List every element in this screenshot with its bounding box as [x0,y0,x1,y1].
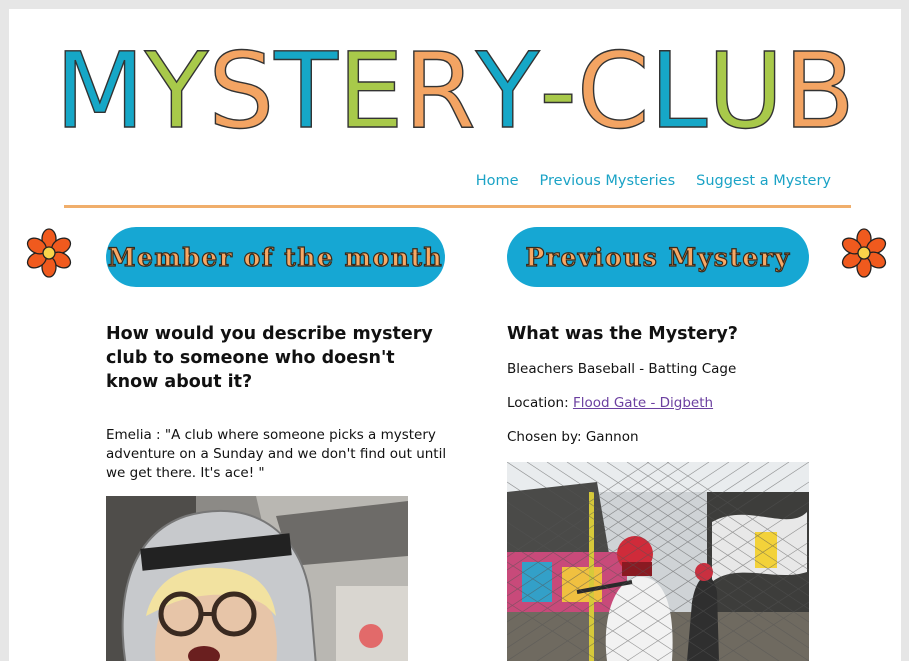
logo-letter: - [539,30,578,152]
logo-letter: L [649,30,708,152]
member-photo [106,496,408,661]
site-logo[interactable]: MYSTERY-CLUB [9,30,901,152]
logo-letter: E [337,30,404,152]
page: MYSTERY-CLUB Home Previous Mysteries Sug… [9,9,901,661]
logo-letter: T [274,30,339,152]
logo-letter: B [783,30,856,152]
mystery-question: What was the Mystery? [507,324,738,344]
nav-home-link[interactable]: Home [476,173,519,189]
previous-mystery-section: What was the Mystery? Bleachers Baseball… [507,322,827,447]
logo-letter: S [208,30,275,152]
mystery-location: Location: Flood Gate - Digbeth [507,394,827,413]
logo-letter: U [707,30,785,152]
logo-letter: Y [475,30,540,152]
previous-mystery-heading: Previous Mystery [507,227,809,287]
member-of-month-heading: Member of the month [106,227,445,287]
logo-letter: Y [144,30,209,152]
location-link[interactable]: Flood Gate - Digbeth [573,395,713,411]
main-nav: Home Previous Mysteries Suggest a Myster… [476,173,831,189]
nav-suggest-mystery-link[interactable]: Suggest a Mystery [696,173,831,189]
logo-letter: M [54,30,145,152]
logo-letter: C [576,30,650,152]
flower-icon [26,228,72,278]
member-section: How would you describe mystery club to s… [106,322,451,483]
flower-icon [841,228,887,278]
mystery-chosen-by: Chosen by: Gannon [507,429,639,445]
location-label: Location: [507,395,569,411]
header-divider [64,205,851,208]
logo-letter: R [403,30,477,152]
member-quote: Emelia : "A club where someone picks a m… [106,427,447,481]
member-question: How would you describe mystery club to s… [106,324,433,392]
mystery-name: Bleachers Baseball - Batting Cage [507,361,737,377]
nav-previous-mysteries-link[interactable]: Previous Mysteries [540,173,676,189]
mystery-photo [507,462,809,661]
